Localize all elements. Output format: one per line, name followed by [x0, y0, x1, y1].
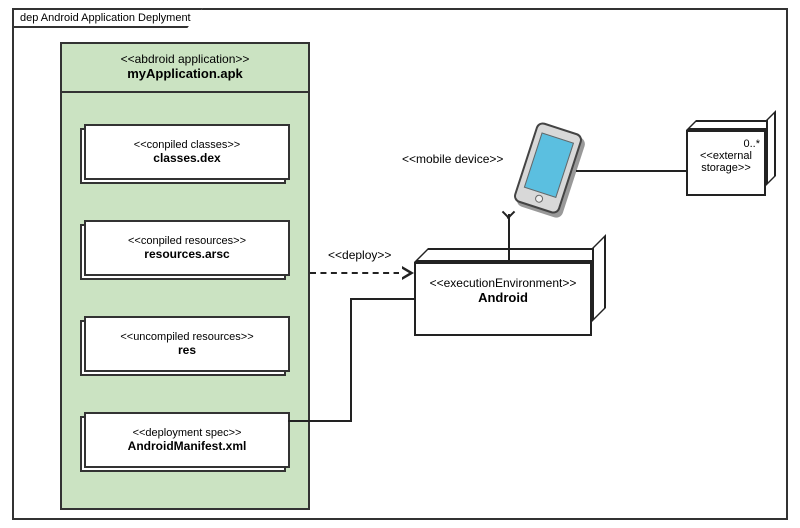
apk-name: myApplication.apk — [62, 66, 308, 81]
deploy-edge — [310, 272, 410, 274]
android-phone-arrowhead — [501, 206, 515, 216]
artifact-res: <<uncompiled resources>> res — [84, 316, 290, 372]
android-stereotype: <<executionEnvironment>> — [424, 276, 582, 290]
artifact-name: res — [178, 343, 196, 357]
manifest-link-h2 — [350, 298, 414, 300]
artifact-stereotype: <<conpiled resources>> — [128, 235, 246, 247]
artifact-resources-arsc: <<conpiled resources>> resources.arsc — [84, 220, 290, 276]
frame-title: dep Android Application Deplyment — [12, 8, 203, 28]
artifact-stereotype: <<deployment spec>> — [133, 427, 242, 439]
apk-stereotype: <<abdroid application>> — [62, 52, 308, 66]
apk-header: <<abdroid application>> myApplication.ap… — [62, 44, 308, 93]
artifact-android-manifest: <<deployment spec>> AndroidManifest.xml — [84, 412, 290, 468]
manifest-link-h1 — [288, 420, 352, 422]
artifact-stereotype: <<conpiled classes>> — [134, 139, 240, 151]
artifact-name: AndroidManifest.xml — [128, 439, 247, 453]
storage-multiplicity: 0..* — [692, 138, 760, 150]
artifact-name: classes.dex — [153, 151, 220, 165]
artifact-stereotype: <<uncompiled resources>> — [120, 331, 253, 343]
phone-storage-link — [576, 170, 686, 172]
storage-stereotype: <<external storage>> — [692, 150, 760, 174]
android-phone-link — [508, 214, 510, 262]
artifact-classes-dex: <<conpiled classes>> classes.dex — [84, 124, 290, 180]
mobile-device-label: <<mobile device>> — [402, 152, 503, 166]
artifact-name: resources.arsc — [144, 247, 229, 261]
deploy-arrowhead-mask — [399, 267, 409, 279]
android-name: Android — [424, 290, 582, 305]
mobile-device-icon — [524, 126, 572, 210]
diagram-frame: dep Android Application Deplyment <<abdr… — [12, 8, 788, 520]
manifest-link-v — [350, 298, 352, 422]
apk-package: <<abdroid application>> myApplication.ap… — [60, 42, 310, 510]
deploy-label: <<deploy>> — [328, 248, 391, 262]
